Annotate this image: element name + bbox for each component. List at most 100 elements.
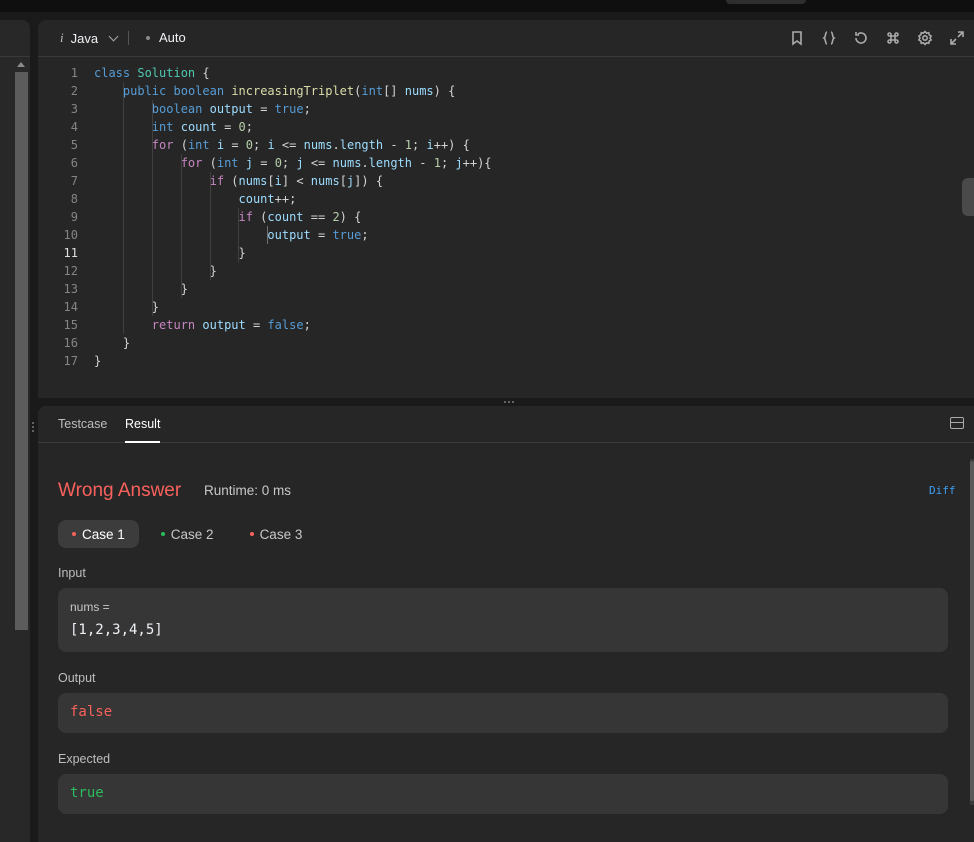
line-number: 5 — [70, 138, 78, 152]
case-tab[interactable]: Case 1 — [58, 520, 139, 548]
command-icon[interactable] — [884, 29, 902, 47]
language-label: Java — [70, 30, 99, 46]
result-body: Wrong Answer Runtime: 0 ms Diff Case 1 Ca… — [38, 443, 970, 842]
line-number: 7 — [70, 174, 78, 188]
line-number: 17 — [63, 354, 78, 368]
code-area[interactable]: 1 class Solution {2 public boolean increa… — [38, 64, 974, 370]
code-line[interactable]: 14 } — [38, 298, 974, 316]
code-line[interactable]: 7 if (nums[i] < nums[j]) { — [38, 172, 974, 190]
code-line[interactable]: 10 output = true; — [38, 226, 974, 244]
line-number: 15 — [63, 318, 78, 332]
status-dot-icon — [146, 35, 150, 40]
code-text: } — [94, 246, 246, 260]
code-line[interactable]: 1 class Solution { — [38, 64, 974, 82]
vertical-resize-handle[interactable] — [32, 420, 35, 436]
top-bar-button[interactable] — [726, 0, 806, 4]
code-line[interactable]: 9 if (count == 2) { — [38, 208, 974, 226]
description-scrollbar[interactable] — [15, 72, 28, 630]
code-line[interactable]: 11 } — [38, 244, 974, 262]
code-text: } — [94, 336, 131, 350]
code-text: if (count == 2) { — [238, 210, 362, 224]
code-line[interactable]: 3 boolean output = true; — [38, 100, 974, 118]
line-number: 4 — [70, 120, 78, 134]
expected-value: true — [70, 785, 104, 801]
code-text: } — [94, 354, 102, 368]
code-line[interactable]: 16 } — [38, 334, 974, 352]
indent-guide — [238, 208, 240, 262]
code-text: } — [94, 300, 160, 314]
scroll-up-arrow-icon[interactable] — [17, 62, 25, 67]
code-line[interactable]: 5 for (int i = 0; i <= nums.length - 1; … — [38, 136, 974, 154]
auto-label: Auto — [159, 30, 186, 45]
line-number: 2 — [70, 84, 78, 98]
case-tab[interactable]: Case 3 — [236, 520, 317, 548]
line-number: 16 — [63, 336, 78, 350]
indent-guide — [151, 100, 153, 316]
code-line[interactable]: 4 int count = 0; — [38, 118, 974, 136]
code-line[interactable]: 2 public boolean increasingTriplet(int[]… — [38, 82, 974, 100]
horizontal-resize-handle[interactable] — [38, 398, 974, 406]
divider — [128, 31, 129, 45]
top-bar — [0, 0, 974, 12]
tab-testcase[interactable]: Testcase — [58, 417, 107, 431]
line-number: 14 — [63, 300, 78, 314]
case-tab[interactable]: Case 2 — [147, 520, 228, 548]
reset-icon[interactable] — [852, 29, 870, 47]
code-text: int count = 0; — [151, 120, 253, 134]
line-number: 13 — [63, 282, 78, 296]
diff-toggle[interactable]: Diff — [929, 484, 956, 497]
code-text: public boolean increasingTriplet(int[] n… — [122, 84, 456, 98]
code-line[interactable]: 13 } — [38, 280, 974, 298]
input-variable-name: nums = — [70, 600, 110, 614]
code-line[interactable]: 17} — [38, 352, 974, 370]
runtime-text: Runtime: 0 ms — [204, 483, 292, 498]
expand-icon[interactable] — [948, 29, 966, 47]
case-tabs: Case 1 Case 2 Case 3 — [58, 520, 316, 548]
code-line[interactable]: 12 } — [38, 262, 974, 280]
case-label: Case 2 — [170, 526, 214, 542]
side-panel-handle[interactable] — [962, 178, 974, 216]
expected-label: Expected — [58, 752, 111, 766]
code-line[interactable]: 8 count++; — [38, 190, 974, 208]
layout-toggle-icon[interactable] — [950, 417, 964, 429]
code-line[interactable]: 6 for (int j = 0; j <= nums.length - 1; … — [38, 154, 974, 172]
code-text: for (int i = 0; i <= nums.length - 1; i+… — [151, 138, 470, 152]
braces-icon[interactable] — [820, 29, 838, 47]
case-label: Case 1 — [82, 526, 125, 542]
case-status-dot-icon — [72, 532, 76, 536]
output-box: false — [58, 693, 948, 733]
language-selector[interactable]: i Java — [60, 30, 119, 46]
result-scrollbar[interactable] — [970, 459, 974, 805]
case-status-dot-icon — [160, 532, 165, 536]
code-text: for (int j = 0; j <= nums.length - 1; j+… — [180, 156, 492, 170]
input-label: Input — [58, 566, 86, 580]
code-text: if (nums[i] < nums[j]) { — [209, 174, 384, 188]
code-editor: i Java Auto 1 class Solution {2 public bo… — [38, 20, 974, 398]
result-panel-header: Testcase Result — [38, 406, 974, 443]
description-panel — [0, 20, 30, 842]
input-box: nums = [1,2,3,4,5] — [58, 588, 948, 652]
line-number: 11 — [63, 246, 78, 260]
line-number: 1 — [70, 66, 78, 80]
editor-toolbar — [788, 29, 966, 47]
code-text: count++; — [238, 192, 297, 206]
output-value: false — [70, 704, 113, 720]
bookmark-icon[interactable] — [788, 29, 806, 47]
code-text: } — [94, 264, 217, 278]
line-number: 3 — [70, 102, 78, 116]
line-number: 10 — [63, 228, 78, 242]
indent-guide — [122, 82, 124, 334]
line-number: 12 — [63, 264, 78, 278]
result-panel: Testcase Result Wrong Answer Runtime: 0 … — [38, 406, 974, 842]
line-number: 8 — [70, 192, 78, 206]
code-line[interactable]: 15 return output = false; — [38, 316, 974, 334]
chevron-down-icon — [108, 31, 119, 41]
autocomplete-toggle[interactable]: Auto — [146, 30, 186, 45]
code-text: boolean output = true; — [151, 102, 311, 116]
tab-result[interactable]: Result — [125, 417, 161, 443]
output-label: Output — [58, 671, 96, 685]
settings-icon[interactable] — [916, 29, 934, 47]
code-text: } — [94, 282, 188, 296]
indent-guide — [209, 172, 211, 280]
language-info-icon: i — [60, 30, 64, 45]
